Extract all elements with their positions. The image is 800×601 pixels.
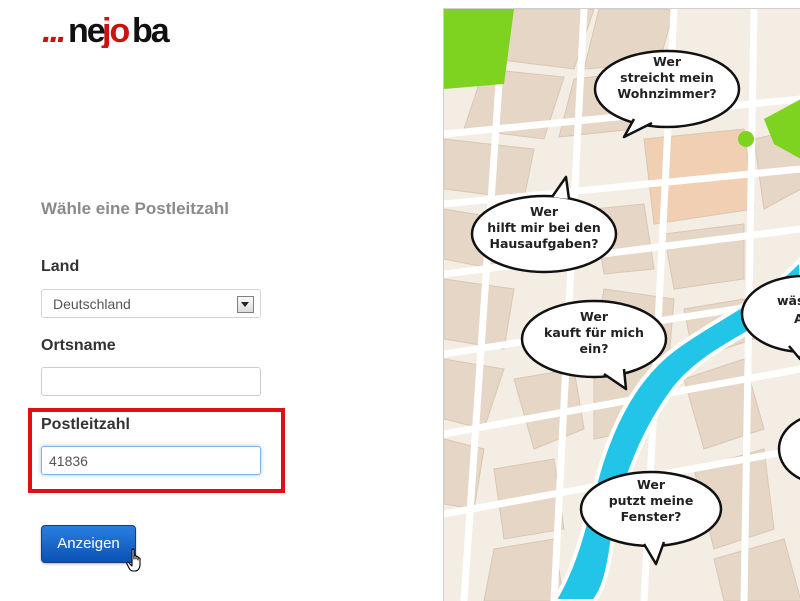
bubble-4-line-2: putzt meine (609, 493, 694, 508)
bubble-2-line-2: hilft mir bei den (487, 220, 600, 235)
chevron-down-icon[interactable] (237, 296, 254, 313)
map-illustration: Wer streicht mein Wohnzimmer? Wer hilft … (443, 8, 800, 601)
bubble-3-line-2: kauft für mich (544, 325, 644, 340)
bubble-1-line-1: Wer (653, 54, 682, 69)
zip-label: Postleitzahl (41, 416, 130, 433)
submit-button[interactable]: Anzeigen (41, 525, 136, 563)
city-input[interactable] (41, 367, 261, 396)
zip-input[interactable] (41, 446, 261, 475)
logo-text-ba: ba (132, 12, 171, 48)
bubble-1-line-3: Wohnzimmer? (617, 86, 716, 101)
logo-dots: ... (42, 12, 64, 48)
map-svg: Wer streicht mein Wohnzimmer? Wer hilft … (444, 9, 800, 601)
bubble-2-line-3: Hausaufgaben? (490, 236, 599, 251)
country-select-value: Deutschland (53, 296, 131, 312)
bubble-3-line-1: Wer (580, 309, 609, 324)
logo-text-ne: ne (68, 12, 105, 48)
bubble-5-line-1: wäs (777, 293, 800, 308)
bubble-1-line-2: streicht mein (620, 70, 714, 85)
bubble-4-line-1: Wer (637, 477, 666, 492)
bubble-3-line-3: ein? (580, 341, 609, 356)
bubble-5-line-2: A (794, 311, 800, 326)
form-heading: Wähle eine Postleitzahl (41, 199, 229, 218)
bubble-4-line-3: Fenster? (621, 509, 682, 524)
logo-text-jo: jo (101, 12, 129, 48)
bubble-2-line-1: Wer (530, 204, 559, 219)
nejoba-logo[interactable]: ... ne jo ba (42, 8, 172, 48)
country-label: Land (41, 258, 80, 275)
country-select[interactable]: Deutschland (41, 289, 261, 318)
hand-cursor-icon (126, 548, 141, 572)
city-label: Ortsname (41, 337, 116, 354)
